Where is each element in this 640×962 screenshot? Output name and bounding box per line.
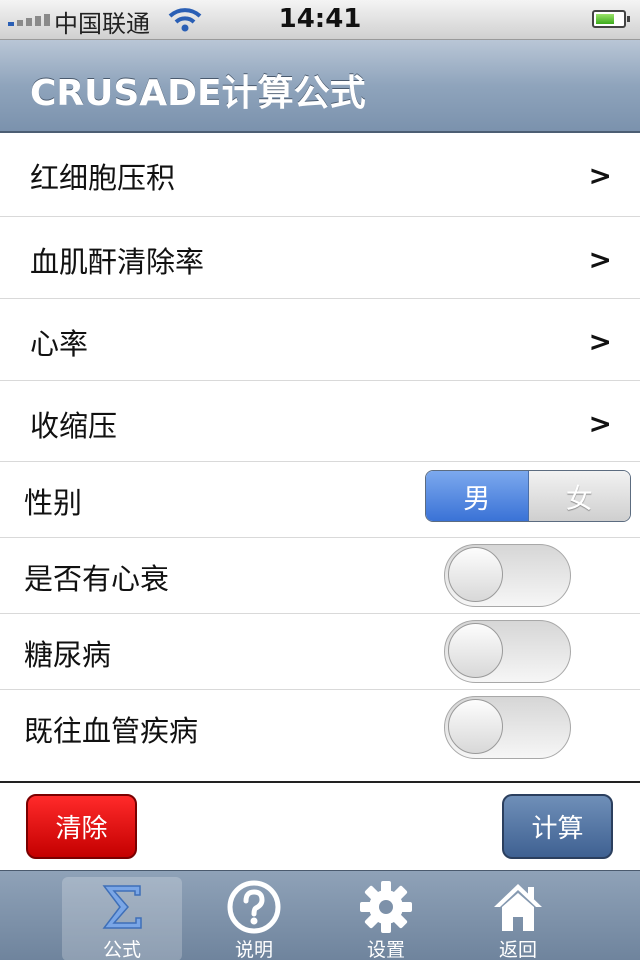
chevron-right-icon: > (588, 407, 612, 440)
battery-level (596, 14, 614, 24)
tab-settings[interactable]: 设置 (326, 877, 446, 961)
tab-back[interactable]: 返回 (458, 877, 578, 961)
row-hematocrit[interactable]: 红细胞压积 > (0, 133, 640, 217)
tab-label: 返回 (498, 939, 537, 961)
chevron-right-icon: > (588, 243, 612, 276)
row-label: 红细胞压积 (30, 161, 176, 195)
tab-label: 公式 (102, 939, 141, 961)
row-gender: 性别 男 女 (0, 462, 640, 538)
row-label: 心率 (30, 327, 89, 361)
heart-failure-toggle[interactable] (444, 544, 571, 607)
battery-icon (592, 10, 630, 28)
gender-option-male[interactable]: 男 (426, 471, 529, 521)
page-title: CRUSADE计算公式 (30, 73, 366, 114)
status-bar: 中国联通 14:41 (0, 0, 640, 40)
row-diabetes: 糖尿病 (0, 614, 640, 690)
navigation-bar: CRUSADE计算公式 (0, 40, 640, 133)
tab-bar: 公式 说明 设置 返回 (0, 870, 640, 961)
gender-option-female[interactable]: 女 (528, 471, 630, 521)
status-time: 14:41 (278, 4, 362, 34)
tab-label: 说明 (234, 939, 273, 961)
toggle-knob (448, 623, 503, 678)
row-label: 血肌酐清除率 (30, 245, 205, 279)
vascular-disease-toggle[interactable] (444, 696, 571, 759)
gender-label: 性别 (24, 486, 83, 520)
toggle-knob (448, 699, 503, 754)
row-heart-rate[interactable]: 心率 > (0, 299, 640, 381)
row-heart-failure: 是否有心衰 (0, 538, 640, 614)
question-circle-icon (194, 879, 314, 935)
toggle-knob (448, 547, 503, 602)
clear-button[interactable]: 清除 (26, 794, 137, 859)
row-systolic-pressure[interactable]: 收缩压 > (0, 381, 640, 462)
calculate-button[interactable]: 计算 (502, 794, 613, 859)
chevron-right-icon: > (588, 325, 612, 358)
toggle-label: 是否有心衰 (24, 562, 170, 596)
tab-help[interactable]: 说明 (194, 877, 314, 961)
divider (0, 781, 640, 783)
home-icon (458, 879, 578, 935)
row-creatinine-clearance[interactable]: 血肌酐清除率 > (0, 217, 640, 299)
row-vascular-disease: 既往血管疾病 (0, 690, 640, 766)
diabetes-toggle[interactable] (444, 620, 571, 683)
gender-segmented-control[interactable]: 男 女 (425, 470, 631, 522)
gear-icon (326, 879, 446, 935)
toggle-label: 既往血管疾病 (24, 714, 199, 748)
tab-formula[interactable]: 公式 (62, 877, 182, 961)
sigma-icon (62, 879, 182, 935)
chevron-right-icon: > (588, 159, 612, 192)
toggle-label: 糖尿病 (24, 638, 112, 672)
tab-label: 设置 (366, 939, 405, 961)
row-label: 收缩压 (30, 409, 118, 443)
